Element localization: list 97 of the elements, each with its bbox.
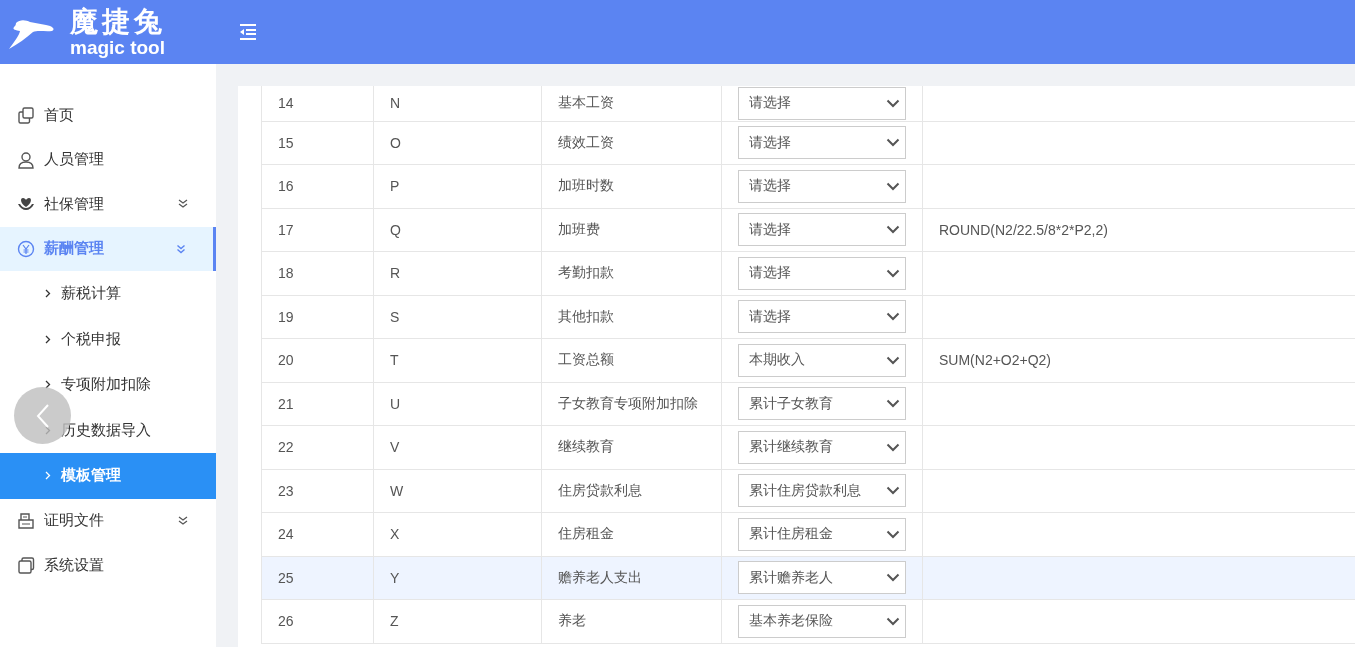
window-icon: [17, 556, 35, 575]
sidebar-item[interactable]: 社保管理: [0, 182, 216, 227]
dropdown[interactable]: 请选择: [738, 169, 906, 203]
table-cell: X: [373, 512, 542, 556]
table-cell: Z: [373, 599, 542, 643]
submenu-item-label: 专项附加扣除: [61, 375, 151, 395]
sidebar-item-label: 系统设置: [44, 555, 105, 575]
sidebar-item[interactable]: 系统设置: [0, 543, 216, 588]
sidebar-item-label: 人员管理: [44, 150, 105, 170]
table-cell: 15: [261, 121, 374, 165]
submenu-item[interactable]: 个税申报: [0, 316, 216, 362]
table-cell: O: [373, 121, 542, 165]
submenu-item-label: 个税申报: [61, 329, 121, 349]
chevron-right-icon: [45, 471, 51, 481]
sidebar-item-label: 薪酬管理: [44, 239, 105, 259]
table-cell: 17: [261, 208, 374, 252]
caret-icon: [886, 529, 900, 539]
person-icon: [17, 150, 35, 169]
table-cell: 工资总额: [541, 338, 722, 382]
dropdown[interactable]: 累计赡养老人: [738, 561, 906, 595]
brand-subtitle: magic tool: [70, 37, 166, 57]
table-cell: 25: [261, 556, 374, 600]
caret-icon: [886, 138, 900, 148]
chevron-left-icon: [34, 402, 51, 429]
dropdown[interactable]: 本期收入: [738, 343, 906, 377]
dropdown[interactable]: 累计子女教育: [738, 387, 906, 421]
dropdown[interactable]: 请选择: [738, 86, 906, 120]
dropdown[interactable]: 累计继续教育: [738, 430, 906, 464]
sidebar-item-label: 社保管理: [44, 194, 105, 214]
table-cell: 19: [261, 295, 374, 339]
menu-collapse-icon[interactable]: [238, 24, 258, 40]
table-cell: 赡养老人支出: [541, 556, 722, 600]
caret-icon: [886, 268, 900, 278]
formula-text: ROUND(N2/22.5/8*2*P2,2): [939, 221, 1108, 238]
caret-icon: [886, 225, 900, 235]
table-cell: 加班时数: [541, 164, 722, 208]
formula-text: SUM(N2+O2+Q2): [939, 352, 1052, 369]
table-cell: Q: [373, 208, 542, 252]
table-cell: 14: [261, 86, 374, 121]
table-cell: 继续教育: [541, 425, 722, 469]
dropdown[interactable]: 请选择: [738, 300, 906, 334]
brand-name: 魔捷兔: [70, 7, 166, 36]
caret-icon: [886, 355, 900, 365]
sidebar-item-label: 首页: [44, 105, 75, 125]
sidebar-item[interactable]: 首页: [0, 93, 216, 138]
submenu-item-label: 薪税计算: [61, 284, 121, 304]
sidebar-item-label: 证明文件: [44, 511, 105, 531]
caret-icon: [886, 399, 900, 409]
dropdown[interactable]: 累计住房租金: [738, 517, 906, 551]
table-cell: R: [373, 251, 542, 295]
caret-icon: [886, 616, 900, 626]
table-cell: N: [373, 86, 542, 121]
table-cell: V: [373, 425, 542, 469]
caret-icon: [886, 181, 900, 191]
table-cell: 绩效工资: [541, 121, 722, 165]
table-cell: 18: [261, 251, 374, 295]
caret-icon: [886, 98, 900, 108]
document-icon: [17, 511, 35, 530]
submenu-item-label: 历史数据导入: [61, 420, 151, 440]
submenu-item[interactable]: 薪税计算: [0, 271, 216, 317]
dropdown[interactable]: 累计住房贷款利息: [738, 474, 906, 508]
table-cell: Y: [373, 556, 542, 600]
caret-icon: [886, 442, 900, 452]
dropdown[interactable]: 基本养老保险: [738, 604, 906, 638]
dropdown[interactable]: 请选择: [738, 256, 906, 290]
submenu-item-label: 模板管理: [61, 466, 121, 486]
table-cell: T: [373, 338, 542, 382]
table-cell: S: [373, 295, 542, 339]
chevron-right-icon: [45, 289, 51, 299]
table-cell: 基本工资: [541, 86, 722, 121]
table-cell: W: [373, 469, 542, 513]
table-cell: 24: [261, 512, 374, 556]
table-cell: 子女教育专项附加扣除: [541, 382, 722, 426]
yen-icon: [17, 239, 35, 258]
table-cell: 23: [261, 469, 374, 513]
table-cell: 22: [261, 425, 374, 469]
caret-icon: [886, 312, 900, 322]
dropdown[interactable]: 请选择: [738, 213, 906, 247]
sidebar-item[interactable]: 人员管理: [0, 137, 216, 182]
caret-icon: [886, 573, 900, 583]
table-cell: 26: [261, 599, 374, 643]
sidebar-item[interactable]: 证明文件: [0, 498, 216, 543]
table-cell: P: [373, 164, 542, 208]
table-cell: 16: [261, 164, 374, 208]
table-cell: 20: [261, 338, 374, 382]
table-cell: 21: [261, 382, 374, 426]
copy-icon: [17, 106, 35, 125]
table-cell: 考勤扣款: [541, 251, 722, 295]
table-cell: U: [373, 382, 542, 426]
dropdown[interactable]: 请选择: [738, 126, 906, 160]
chevron-right-icon: [45, 334, 51, 344]
caret-icon: [886, 486, 900, 496]
table-cell: 其他扣款: [541, 295, 722, 339]
table-cell: 养老: [541, 599, 722, 643]
table-cell: 住房贷款利息: [541, 469, 722, 513]
table-cell: 住房租金: [541, 512, 722, 556]
table-cell: 加班费: [541, 208, 722, 252]
